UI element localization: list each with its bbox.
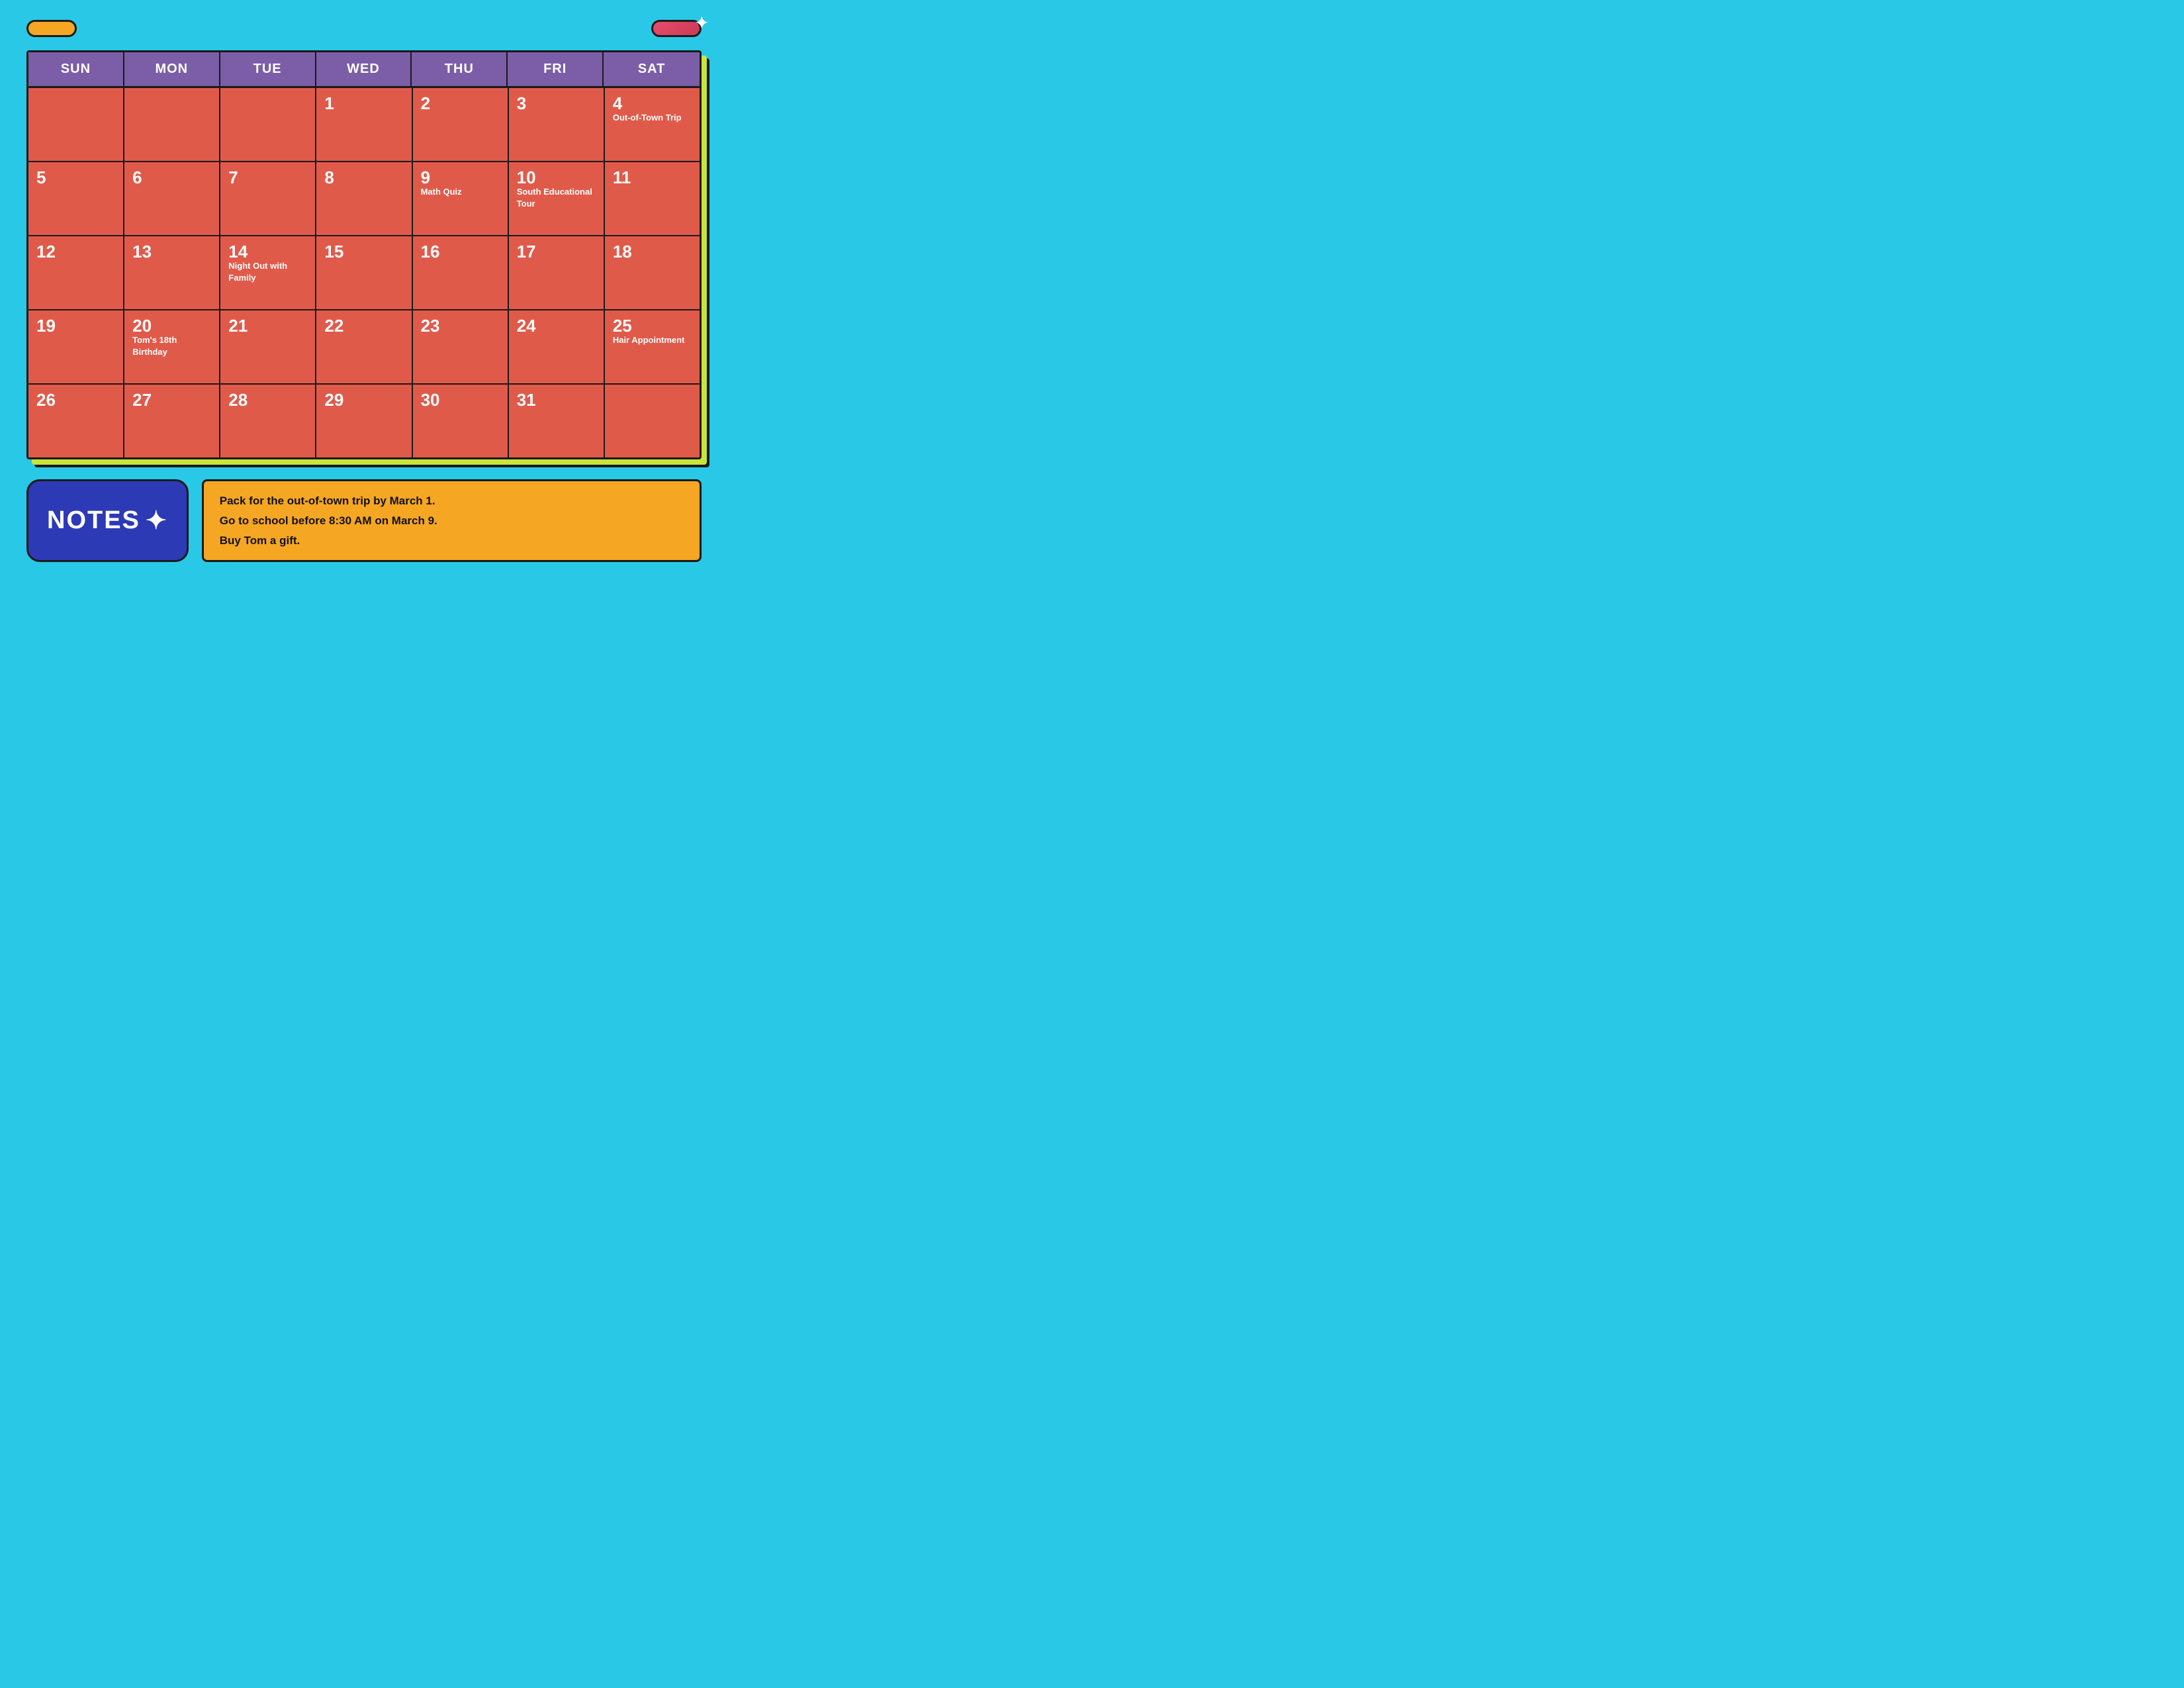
day-number: 13 bbox=[132, 243, 211, 260]
day-headers-row: SUN MON TUE WED THU FRI SAT bbox=[28, 52, 700, 88]
event-text: Night Out with Family bbox=[228, 261, 287, 283]
calendar-cell: 18 bbox=[605, 236, 700, 309]
calendar-cell: 13 bbox=[124, 236, 219, 309]
header-mon: MON bbox=[124, 52, 220, 86]
note-item: Buy Tom a gift. bbox=[220, 533, 684, 549]
day-number: 3 bbox=[517, 95, 596, 112]
calendar-cell: 3 bbox=[509, 88, 604, 161]
event-text: Out-of-Town Trip bbox=[613, 113, 682, 122]
calendar-cell: 10South Educational Tour bbox=[509, 162, 604, 235]
calendar-cell: 21 bbox=[220, 310, 315, 383]
calendar-cell: 23 bbox=[413, 310, 508, 383]
day-number: 21 bbox=[228, 317, 307, 334]
notes-badge: NOTES ✦ bbox=[26, 479, 189, 562]
calendar-cell: 5 bbox=[28, 162, 123, 235]
calendar-cell: 26 bbox=[28, 385, 123, 457]
calendar-cell: 12 bbox=[28, 236, 123, 309]
calendar-cell: 29 bbox=[316, 385, 411, 457]
calendar-cell: 9Math Quiz bbox=[413, 162, 508, 235]
day-number: 25 bbox=[613, 317, 692, 334]
notes-content: Pack for the out-of-town trip by March 1… bbox=[202, 479, 702, 562]
calendar-cell: 17 bbox=[509, 236, 604, 309]
calendar-cell bbox=[605, 385, 700, 457]
calendar-cell: 1 bbox=[316, 88, 411, 161]
calendar-cell: 6 bbox=[124, 162, 219, 235]
calendar-grid: 1234Out-of-Town Trip56789Math Quiz10Sout… bbox=[28, 88, 700, 457]
calendar-cell bbox=[28, 88, 123, 161]
header-sat: SAT bbox=[604, 52, 700, 86]
calendar: SUN MON TUE WED THU FRI SAT 1234Out-of-T… bbox=[26, 50, 702, 459]
month-badge bbox=[26, 20, 77, 37]
notes-label: NOTES bbox=[47, 506, 140, 535]
event-text: Math Quiz bbox=[421, 187, 462, 197]
day-number: 24 bbox=[517, 317, 596, 334]
day-number: 19 bbox=[36, 317, 115, 334]
calendar-cell bbox=[220, 88, 315, 161]
calendar-header: ✦ bbox=[26, 20, 702, 37]
calendar-cell: 28 bbox=[220, 385, 315, 457]
day-number: 6 bbox=[132, 169, 211, 186]
calendar-cell: 30 bbox=[413, 385, 508, 457]
header-sun: SUN bbox=[28, 52, 124, 86]
header-tue: TUE bbox=[220, 52, 316, 86]
calendar-cell: 16 bbox=[413, 236, 508, 309]
day-number: 22 bbox=[324, 317, 403, 334]
event-text: Tom's 18th Birthday bbox=[132, 335, 177, 357]
day-number: 28 bbox=[228, 391, 307, 408]
calendar-cell: 31 bbox=[509, 385, 604, 457]
calendar-cell: 11 bbox=[605, 162, 700, 235]
calendar-wrapper: SUN MON TUE WED THU FRI SAT 1234Out-of-T… bbox=[26, 50, 702, 459]
day-number: 10 bbox=[517, 169, 596, 186]
calendar-cell: 19 bbox=[28, 310, 123, 383]
event-text: South Educational Tour bbox=[517, 187, 592, 209]
day-number: 26 bbox=[36, 391, 115, 408]
day-number: 11 bbox=[613, 169, 692, 186]
day-number: 14 bbox=[228, 243, 307, 260]
calendar-cell: 27 bbox=[124, 385, 219, 457]
day-number: 30 bbox=[421, 391, 500, 408]
note-item: Pack for the out-of-town trip by March 1… bbox=[220, 493, 684, 509]
calendar-cell: 25Hair Appointment bbox=[605, 310, 700, 383]
day-number: 4 bbox=[613, 95, 692, 112]
day-number: 31 bbox=[517, 391, 596, 408]
day-number: 8 bbox=[324, 169, 403, 186]
calendar-cell: 4Out-of-Town Trip bbox=[605, 88, 700, 161]
calendar-cell: 7 bbox=[220, 162, 315, 235]
calendar-cell: 22 bbox=[316, 310, 411, 383]
day-number: 12 bbox=[36, 243, 115, 260]
year-badge-wrapper: ✦ bbox=[651, 20, 702, 37]
day-number: 29 bbox=[324, 391, 403, 408]
day-number: 18 bbox=[613, 243, 692, 260]
day-number: 16 bbox=[421, 243, 500, 260]
day-number: 17 bbox=[517, 243, 596, 260]
day-number: 27 bbox=[132, 391, 211, 408]
calendar-cell: 2 bbox=[413, 88, 508, 161]
notes-sparkle-icon: ✦ bbox=[146, 506, 168, 536]
header-fri: FRI bbox=[508, 52, 604, 86]
calendar-cell: 14Night Out with Family bbox=[220, 236, 315, 309]
header-thu: THU bbox=[412, 52, 508, 86]
sparkle-icon: ✦ bbox=[694, 12, 709, 34]
day-number: 20 bbox=[132, 317, 211, 334]
day-number: 23 bbox=[421, 317, 500, 334]
calendar-cell: 24 bbox=[509, 310, 604, 383]
notes-badge-wrapper: NOTES ✦ bbox=[26, 479, 189, 562]
day-number: 7 bbox=[228, 169, 307, 186]
calendar-cell bbox=[124, 88, 219, 161]
calendar-cell: 8 bbox=[316, 162, 411, 235]
day-number: 15 bbox=[324, 243, 403, 260]
note-item: Go to school before 8:30 AM on March 9. bbox=[220, 513, 684, 529]
day-number: 2 bbox=[421, 95, 500, 112]
day-number: 5 bbox=[36, 169, 115, 186]
day-number: 9 bbox=[421, 169, 500, 186]
calendar-cell: 20Tom's 18th Birthday bbox=[124, 310, 219, 383]
header-wed: WED bbox=[316, 52, 412, 86]
day-number: 1 bbox=[324, 95, 403, 112]
notes-section: NOTES ✦ Pack for the out-of-town trip by… bbox=[26, 479, 702, 562]
calendar-cell: 15 bbox=[316, 236, 411, 309]
event-text: Hair Appointment bbox=[613, 335, 685, 345]
